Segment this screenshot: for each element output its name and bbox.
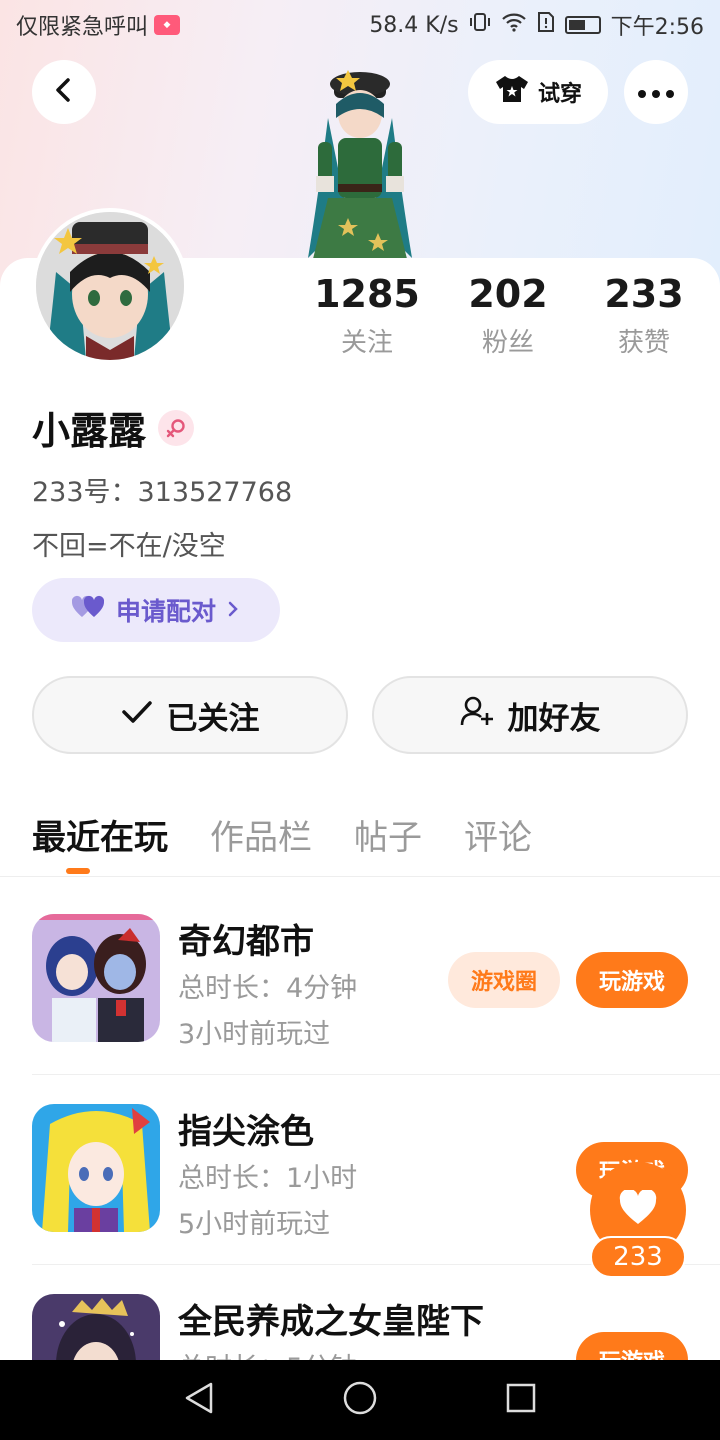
stat-value: 233 bbox=[604, 272, 684, 316]
followed-label: 已关注 bbox=[166, 700, 260, 737]
female-icon bbox=[158, 409, 195, 446]
more-options-button[interactable] bbox=[624, 60, 688, 124]
stat-value: 202 bbox=[468, 272, 548, 316]
tshirt-icon bbox=[494, 74, 530, 110]
chevron-left-icon bbox=[52, 76, 76, 108]
stat-label: 关注 bbox=[340, 328, 393, 358]
game-title: 指尖涂色 bbox=[178, 1112, 314, 1152]
list-divider bbox=[32, 1074, 720, 1075]
sim-alert-icon bbox=[537, 11, 555, 39]
game-title: 奇幻都市 bbox=[178, 922, 314, 962]
tabs-divider bbox=[0, 876, 720, 877]
stat-value: 1285 bbox=[314, 272, 420, 316]
nav-home-icon[interactable] bbox=[342, 1380, 378, 1420]
active-tab-indicator bbox=[66, 868, 90, 874]
tab-comments[interactable]: 评论 bbox=[464, 810, 532, 870]
vibrate-icon bbox=[469, 11, 491, 39]
profile-tabs: 最近在玩 作品栏 帖子 评论 bbox=[32, 810, 532, 870]
profile-stats: 1285 关注 202 粉丝 233 获赞 bbox=[300, 270, 700, 370]
game-last-played: 5小时前玩过 bbox=[178, 1209, 331, 1240]
check-icon bbox=[121, 697, 153, 733]
app-notification-icon: ◆ bbox=[154, 15, 181, 35]
game-duration: 总时长：1小时 bbox=[178, 1163, 358, 1194]
chevron-right-icon bbox=[226, 596, 240, 625]
bio-text: 不回=不在/没空 bbox=[32, 531, 226, 562]
request-pair-label: 申请配对 bbox=[115, 597, 216, 626]
game-duration: 总时长：4分钟 bbox=[178, 973, 358, 1004]
clock-text: 下午2:56 bbox=[610, 15, 704, 40]
net-speed-text: 58.4 K/s bbox=[369, 12, 459, 38]
add-friend-button[interactable]: 加好友 bbox=[372, 676, 688, 754]
game-list-item[interactable]: 奇幻都市 总时长：4分钟 3小时前玩过 游戏圈 玩游戏 bbox=[32, 914, 688, 1050]
tab-works[interactable]: 作品栏 bbox=[210, 810, 312, 870]
more-dots-icon bbox=[638, 83, 674, 102]
stat-label: 粉丝 bbox=[481, 328, 534, 358]
name-row: 小露露 bbox=[32, 400, 195, 455]
tab-recently-played[interactable]: 最近在玩 bbox=[32, 810, 168, 870]
request-pair-button[interactable]: 申请配对 bbox=[32, 578, 280, 642]
nav-back-icon[interactable] bbox=[183, 1381, 215, 1419]
status-bar: 仅限紧急呼叫 ◆ 58.4 K/s 下午2:56 bbox=[0, 0, 720, 50]
avatar-3d-figure bbox=[288, 48, 432, 268]
user-id-text: 233号：313527768 bbox=[32, 477, 293, 508]
game-title: 全民养成之女皇陛下 bbox=[178, 1302, 484, 1342]
nickname: 小露露 bbox=[32, 409, 147, 453]
stat-followers[interactable]: 202 粉丝 bbox=[443, 270, 573, 359]
like-count-badge: 233 bbox=[590, 1236, 686, 1278]
double-heart-icon bbox=[71, 595, 106, 625]
followed-button[interactable]: 已关注 bbox=[32, 676, 348, 754]
play-game-button[interactable]: 玩游戏 bbox=[576, 952, 688, 1008]
stat-label: 获赞 bbox=[617, 328, 670, 358]
battery-icon bbox=[564, 16, 601, 34]
status-carrier-text: 仅限紧急呼叫 bbox=[16, 15, 149, 40]
stat-following[interactable]: 1285 关注 bbox=[302, 270, 432, 359]
game-icon bbox=[32, 1104, 160, 1232]
game-circle-button[interactable]: 游戏圈 bbox=[448, 952, 560, 1008]
wifi-icon bbox=[501, 12, 527, 38]
try-on-label: 试穿 bbox=[537, 82, 582, 107]
tab-posts[interactable]: 帖子 bbox=[354, 810, 422, 870]
stat-likes[interactable]: 233 获赞 bbox=[579, 270, 709, 359]
avatar[interactable] bbox=[32, 208, 188, 364]
try-on-button[interactable]: 试穿 bbox=[468, 60, 608, 124]
system-nav-bar bbox=[0, 1360, 720, 1440]
nav-recents-icon[interactable] bbox=[505, 1382, 537, 1418]
heart-icon bbox=[618, 1188, 658, 1230]
game-last-played: 3小时前玩过 bbox=[178, 1019, 331, 1050]
add-user-icon bbox=[460, 695, 494, 735]
add-friend-label: 加好友 bbox=[507, 700, 601, 737]
game-icon bbox=[32, 914, 160, 1042]
back-button[interactable] bbox=[32, 60, 96, 124]
